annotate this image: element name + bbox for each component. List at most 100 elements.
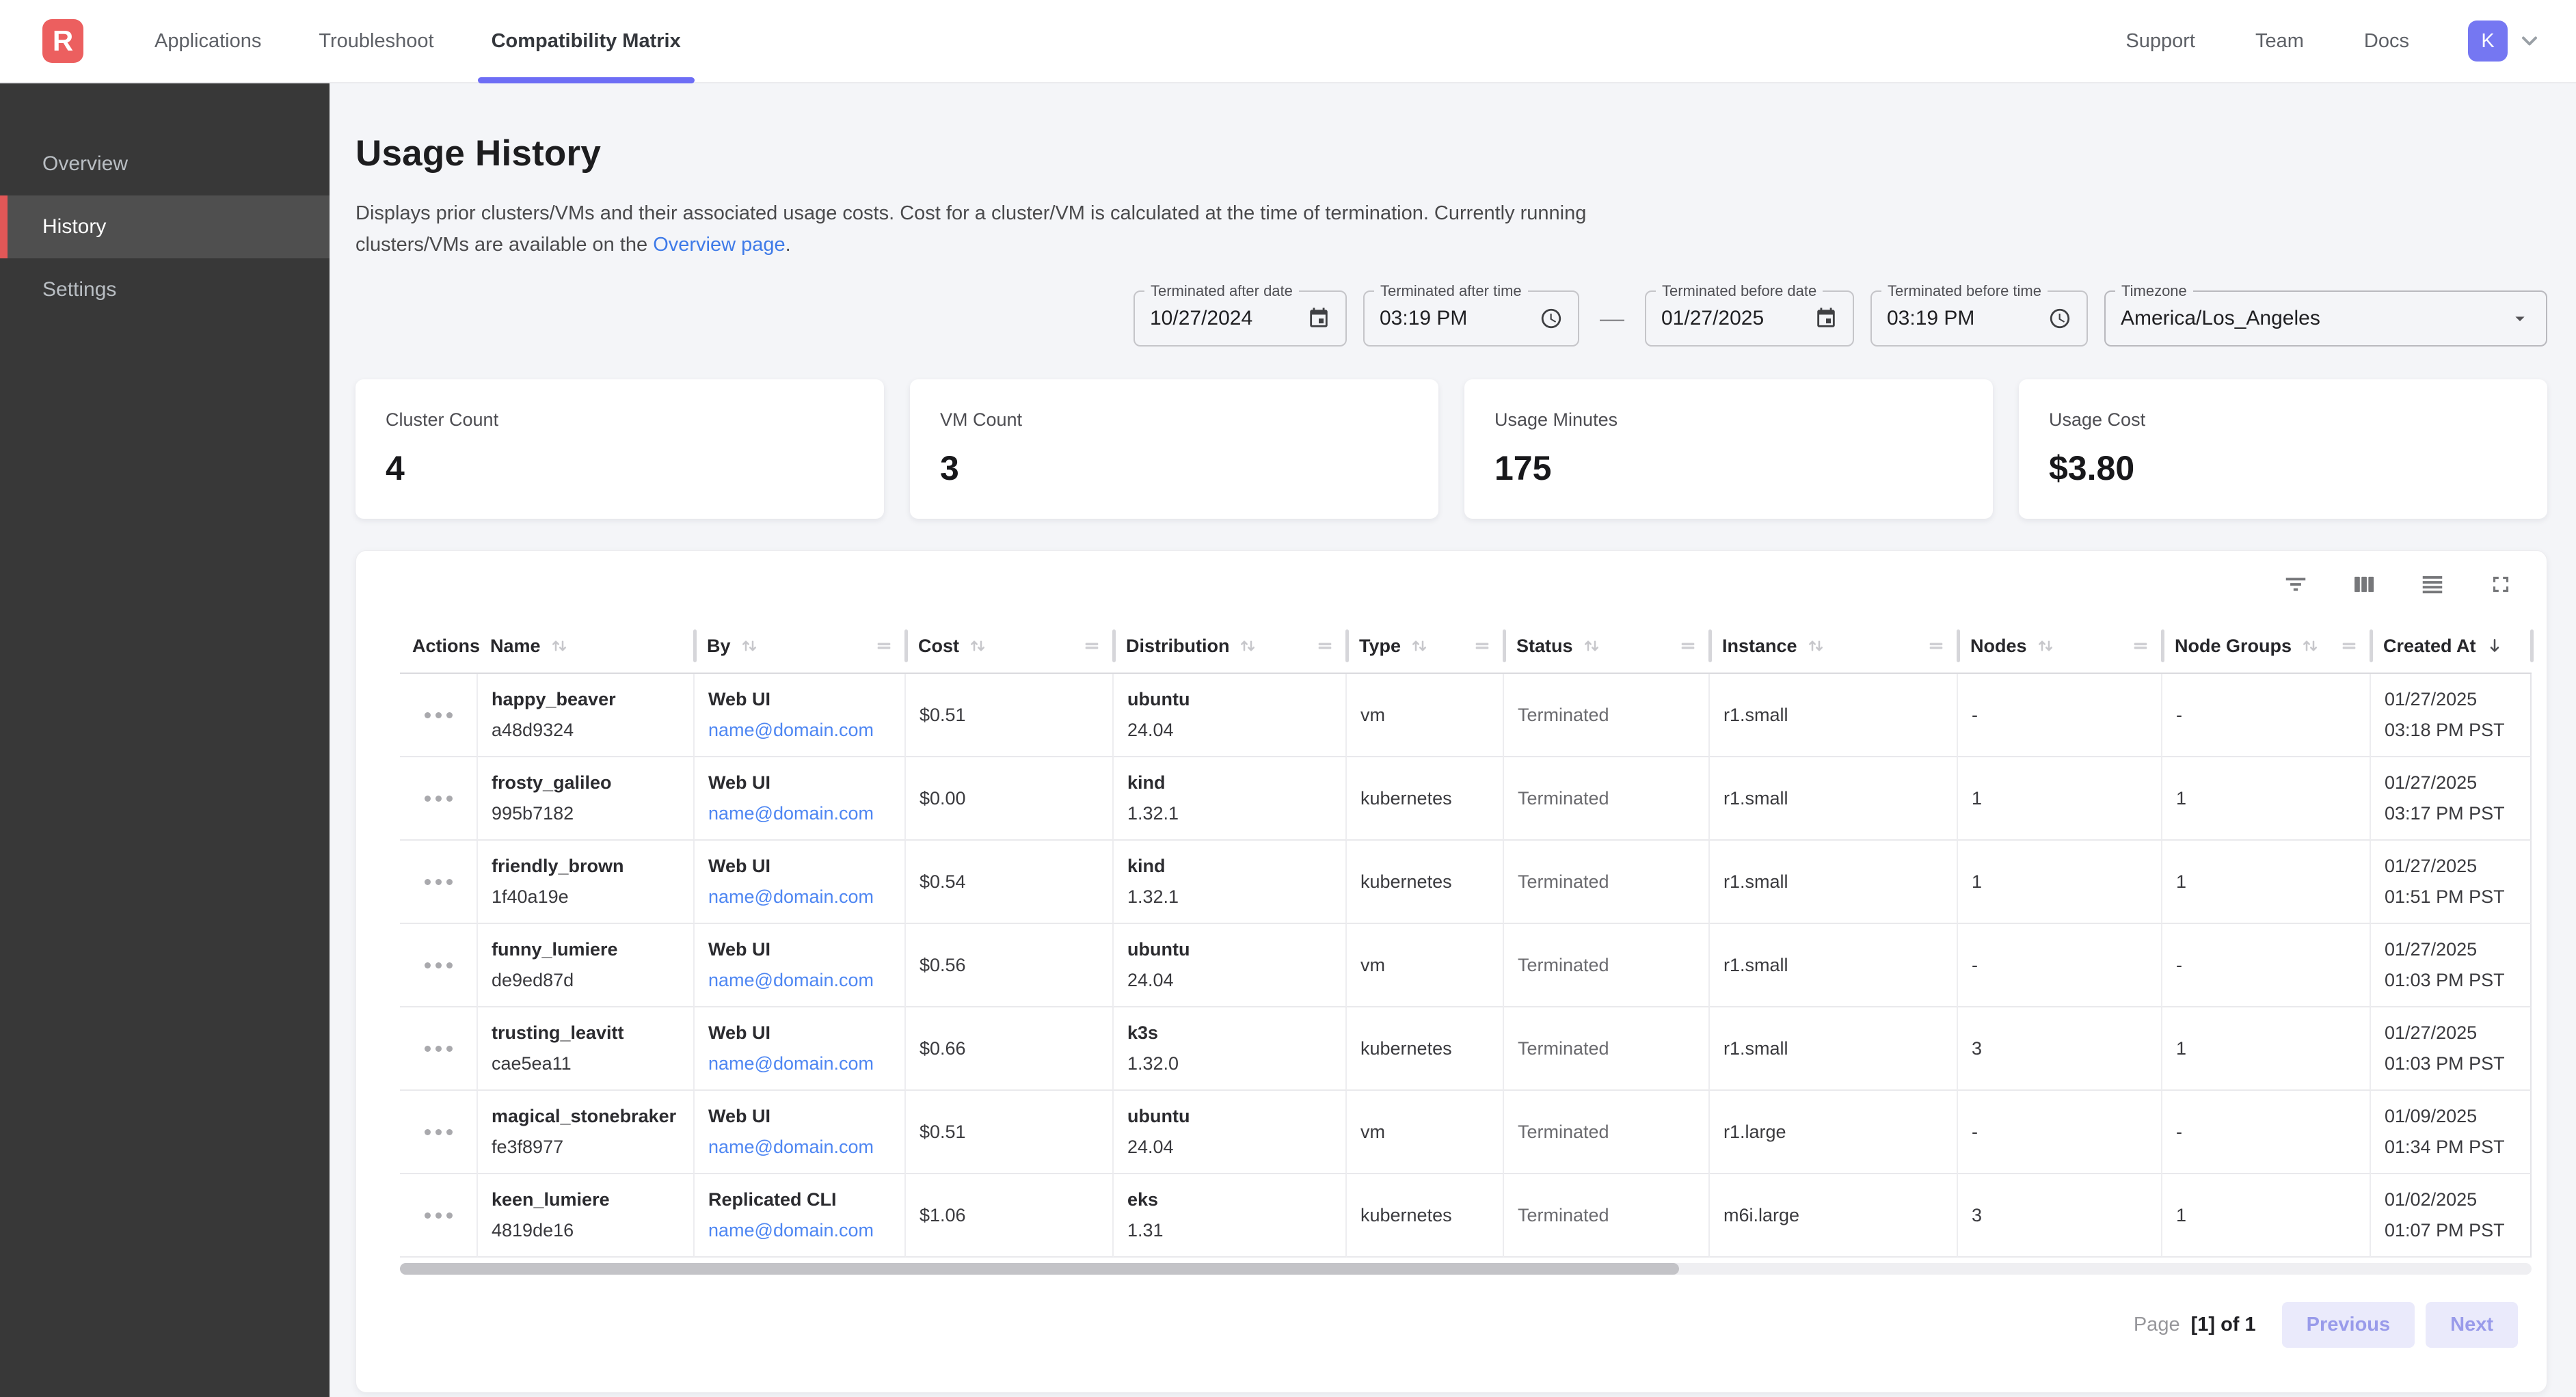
row-actions-button[interactable] [400,757,478,841]
overview-page-link[interactable]: Overview page [653,234,785,256]
column-header-node_groups[interactable]: Node Groups [2162,619,2371,674]
cell-type: kubernetes [1347,1174,1504,1258]
cell-instance: r1.small [1710,674,1958,757]
user-avatar[interactable]: K [2468,21,2508,62]
more-dot-icon [435,1212,442,1219]
column-menu-icon[interactable] [2131,636,2150,655]
nav-item-troubleshoot[interactable]: Troubleshoot [290,0,462,82]
email-link[interactable]: name@domain.com [708,965,891,996]
sort-icon[interactable] [967,636,988,656]
fullscreen-icon[interactable] [2488,571,2514,597]
sort-icon[interactable] [2300,636,2320,656]
terminated-after-time-field[interactable]: Terminated after time 03:19 PM [1363,290,1579,347]
column-header-distribution[interactable]: Distribution [1114,619,1347,674]
row-actions-button[interactable] [400,674,478,757]
column-menu-icon[interactable] [1473,636,1492,655]
replicated-logo[interactable]: R [42,19,83,63]
column-header-cost[interactable]: Cost [906,619,1114,674]
calendar-icon[interactable] [1293,307,1330,330]
email-link[interactable]: name@domain.com [708,1048,891,1079]
column-header-instance[interactable]: Instance [1710,619,1958,674]
stats-row: Cluster Count4VM Count3Usage Minutes175U… [355,379,2547,519]
chevron-down-icon[interactable] [2517,29,2542,53]
terminated-before-time-field[interactable]: Terminated before time 03:19 PM [1870,290,2088,347]
email-link[interactable]: name@domain.com [708,1132,891,1163]
column-header-type[interactable]: Type [1347,619,1504,674]
row-actions-button[interactable] [400,1174,478,1258]
cell-nodes: - [1958,924,2162,1007]
previous-page-button[interactable]: Previous [2282,1302,2415,1348]
column-menu-icon[interactable] [1315,636,1334,655]
column-header-status[interactable]: Status [1504,619,1710,674]
sidebar-item-settings[interactable]: Settings [0,258,330,321]
column-menu-icon[interactable] [2339,636,2359,655]
filter-icon[interactable] [2283,571,2309,597]
dropdown-caret-icon[interactable] [2495,308,2531,329]
page-value: [1] of 1 [2191,1314,2256,1336]
nav-item-team[interactable]: Team [2225,30,2334,53]
column-header-label: Nodes [1970,636,2027,657]
cell-primary-text: magical_stonebraker [492,1101,680,1132]
cell-node_groups: 1 [2162,1174,2371,1258]
stat-value: $3.80 [2049,448,2517,488]
row-actions-button[interactable] [400,1007,478,1091]
calendar-icon[interactable] [1801,307,1838,330]
cell-line2: 01:07 PM PST [2385,1215,2517,1246]
clock-icon[interactable] [1526,307,1563,330]
row-actions-button[interactable] [400,841,478,924]
email-link[interactable]: name@domain.com [708,798,891,829]
cell-cost: $1.06 [906,1174,1114,1258]
cell-line1: 01/27/2025 [2385,768,2517,798]
horizontal-scrollbar-thumb[interactable] [400,1263,1679,1275]
density-icon[interactable] [2419,571,2445,597]
page-description: Displays prior clusters/VMs and their as… [355,198,1695,260]
sort-icon[interactable] [549,636,569,656]
sort-icon[interactable] [1409,636,1430,656]
column-menu-icon[interactable] [1927,636,1946,655]
sort-icon[interactable] [2035,636,2056,656]
sort-icon[interactable] [1806,636,1826,656]
timezone-label: Timezone [2115,282,2193,301]
email-link[interactable]: name@domain.com [708,882,891,912]
column-menu-icon[interactable] [1082,636,1101,655]
cell-distribution: k3s1.32.0 [1114,1007,1347,1091]
nav-item-compatibility-matrix[interactable]: Compatibility Matrix [463,0,710,82]
row-actions-button[interactable] [400,1091,478,1174]
next-page-button[interactable]: Next [2426,1302,2518,1348]
cell-line2: 4819de16 [492,1215,680,1246]
column-menu-icon[interactable] [1678,636,1698,655]
terminated-after-date-field[interactable]: Terminated after date 10/27/2024 [1133,290,1347,347]
stat-label: Cluster Count [386,409,854,431]
sort-icon[interactable] [1581,636,1602,656]
sort-icon[interactable] [739,636,760,656]
columns-icon[interactable] [2351,571,2377,597]
more-dot-icon [435,796,442,802]
sort-icon[interactable] [1237,636,1258,656]
nav-item-support[interactable]: Support [2095,30,2225,53]
nav-item-docs[interactable]: Docs [2334,30,2439,53]
horizontal-scrollbar [400,1263,2532,1275]
column-header-nodes[interactable]: Nodes [1958,619,2162,674]
column-header-name[interactable]: Name [478,619,695,674]
sidebar-item-overview[interactable]: Overview [0,133,330,195]
clock-icon[interactable] [2035,307,2071,330]
sidebar-item-history[interactable]: History [0,195,330,258]
cell-instance: r1.small [1710,841,1958,924]
column-menu-icon[interactable] [874,636,894,655]
cell-name: magical_stonebrakerfe3f8977 [478,1091,695,1174]
cell-status: Terminated [1504,757,1710,841]
row-actions-button[interactable] [400,924,478,1007]
email-link[interactable]: name@domain.com [708,715,891,746]
more-dot-icon [435,879,442,885]
column-header-by[interactable]: By [695,619,906,674]
terminated-before-date-field[interactable]: Terminated before date 01/27/2025 [1645,290,1854,347]
timezone-select[interactable]: Timezone America/Los_Angeles [2104,290,2547,347]
sort-desc-icon[interactable] [2484,636,2505,656]
column-header-created_at[interactable]: Created At [2371,619,2532,674]
email-link[interactable]: name@domain.com [708,1215,891,1246]
cell-primary-text: Web UI [708,1101,891,1132]
page-label: Page [2134,1314,2180,1336]
cell-primary-text: ubuntu [1127,934,1332,965]
nav-item-applications[interactable]: Applications [126,0,290,82]
cell-cost: $0.54 [906,841,1114,924]
